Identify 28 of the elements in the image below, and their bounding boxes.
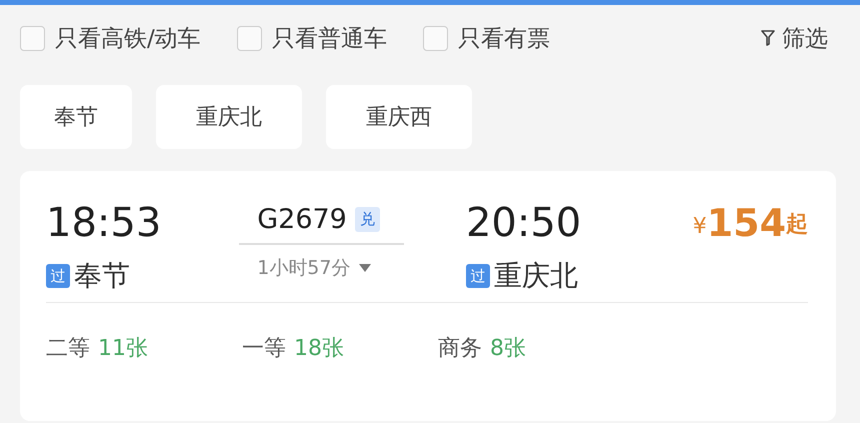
funnel-icon [760,29,776,47]
price: 154 [706,201,786,245]
train-card[interactable]: 18:53 过 奉节 G2679 兑 1小时57分 20:50 过 重庆北 ¥154起 二等 11张 一等 18张 商务 8张 [20,171,836,421]
station-chip[interactable]: 重庆北 [156,85,302,149]
departure-time: 18:53 [46,199,162,247]
duration: 1小时57分 [257,256,350,281]
filter-checkbox[interactable]: 只看高铁/动车 [20,22,201,54]
seat-count: 11张 [98,335,148,363]
seat-count: 8张 [490,335,526,363]
price-suffix: 起 [786,211,808,239]
seat-class: 二等 [46,335,90,363]
filter-checkbox[interactable]: 只看普通车 [236,22,387,54]
station-chip[interactable]: 奉节 [20,85,132,149]
pass-badge: 过 [46,264,70,288]
exchange-badge: 兑 [354,206,380,232]
seat-class: 商务 [438,335,482,363]
train-number: G2679 [257,204,347,234]
pass-badge: 过 [466,264,490,288]
seat-class: 一等 [242,335,286,363]
filter-checkbox[interactable]: 只看有票 [422,22,550,54]
arrival-time: 20:50 [466,199,582,247]
filter-button[interactable]: 筛选 [760,22,828,54]
departure-station: 奉节 [74,258,130,294]
arrival-station: 重庆北 [494,258,578,294]
currency-sign: ¥ [692,214,707,239]
seat-count: 18张 [294,335,344,363]
dropdown-icon[interactable] [358,263,372,273]
station-chip[interactable]: 重庆西 [326,85,472,149]
